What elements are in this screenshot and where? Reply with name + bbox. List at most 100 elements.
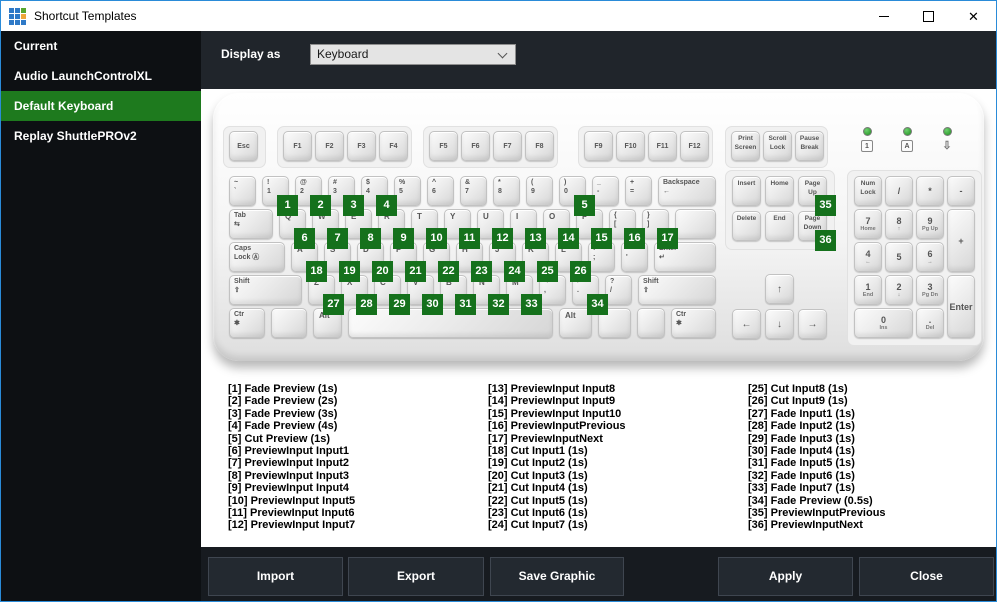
key-label: ,	[544, 286, 546, 294]
key-i[interactable]: I 13	[510, 209, 546, 249]
numpad-key-blank[interactable]: -	[947, 176, 975, 206]
key-5[interactable]: % 5	[394, 176, 421, 206]
key-lock[interactable]: Scroll Lock	[763, 131, 792, 161]
key-label: Home	[770, 180, 789, 187]
key-blank[interactable]: Tab ⇆	[229, 209, 273, 239]
key-4[interactable]: $4 4	[361, 176, 397, 216]
key-arrow-left[interactable]: ←	[732, 309, 761, 339]
key-blank[interactable]: Ctr ✱	[671, 308, 716, 338]
shortcut-list-item: [22] Cut Input5 (1s)	[488, 494, 588, 507]
key-delete[interactable]: Delete	[732, 211, 761, 241]
key-blank[interactable]: ~ `	[229, 176, 256, 206]
key-f3[interactable]: F3	[347, 131, 376, 161]
footer-button-import[interactable]: Import	[208, 557, 343, 596]
footer-button-close[interactable]: Close	[859, 557, 994, 596]
key-9[interactable]: (9	[526, 176, 553, 206]
numpad-key-1[interactable]: 1 End	[854, 275, 882, 305]
minimize-button[interactable]	[861, 1, 906, 31]
key-f12[interactable]: F12	[680, 131, 709, 161]
key-blank[interactable]: Backspace ←	[658, 176, 716, 206]
key-arrow-up[interactable]: ↑	[765, 274, 794, 304]
key-up[interactable]: Page Up 35	[798, 176, 836, 216]
key-sublabel: Pg Dn	[922, 291, 938, 298]
key-blank[interactable]: ? /	[605, 275, 632, 305]
key-blank[interactable]: + =	[625, 176, 652, 206]
key-break[interactable]: Pause Break	[795, 131, 824, 161]
key-label: Tab	[234, 212, 246, 219]
sidebar-item-current[interactable]: Current	[1, 31, 201, 61]
key-1[interactable]: ! 1 1	[262, 176, 298, 216]
key-label: =	[630, 187, 635, 195]
footer-button-save-graphic[interactable]: Save Graphic	[490, 557, 624, 596]
key-arrow-down[interactable]: ↓	[765, 309, 794, 339]
key-blank[interactable]: Ctr ✱	[229, 308, 265, 338]
key-f11[interactable]: F11	[648, 131, 677, 161]
key-t[interactable]: T 10	[411, 209, 447, 249]
shortcut-badge-1: 1	[277, 195, 298, 216]
key-6[interactable]: ^ 6	[427, 176, 454, 206]
key-f9[interactable]: F9	[584, 131, 613, 161]
numpad-key-enter[interactable]: Enter	[947, 275, 975, 338]
numpad-key-8[interactable]: 8 ↑	[885, 209, 913, 239]
sidebar-item-replay-shuttleprov2[interactable]: Replay ShuttlePROv2	[1, 121, 201, 151]
key-f2[interactable]: F2	[315, 131, 344, 161]
shortcut-list-item: [3] Fade Preview (3s)	[228, 407, 338, 420]
numpad-key-9[interactable]: 9 Pg Up	[916, 209, 944, 239]
numpad-key-blank[interactable]: /	[885, 176, 913, 206]
key-blank[interactable]	[637, 308, 665, 338]
key-screen[interactable]: Print Screen	[731, 131, 760, 161]
key-2[interactable]: @2 2	[295, 176, 331, 216]
key-blank[interactable]: }] 17	[642, 209, 678, 249]
key-f10[interactable]: F10	[616, 131, 645, 161]
numpad-key-4[interactable]: 4 ←	[854, 242, 882, 272]
key-f1[interactable]: F1	[283, 131, 312, 161]
key-f5[interactable]: F5	[429, 131, 458, 161]
key-8[interactable]: * 8	[493, 176, 520, 206]
numpad-key-2[interactable]: 2 ↓	[885, 275, 913, 305]
display-as-value: Keyboard	[317, 47, 369, 61]
numpad-key-6[interactable]: 6 →	[916, 242, 944, 272]
fn-group-1: F1 F2 F3 F4	[283, 131, 408, 161]
key-3[interactable]: #3 3	[328, 176, 364, 216]
key-end[interactable]: End	[765, 211, 794, 241]
key-blank[interactable]: {[16	[609, 209, 645, 249]
key-f6[interactable]: F6	[461, 131, 490, 161]
key-lock[interactable]: Caps Lock Ⓐ	[229, 242, 285, 272]
key-insert[interactable]: Insert	[732, 176, 761, 206]
key-0[interactable]: ) 0 5	[559, 176, 595, 216]
key-esc[interactable]: Esc	[229, 131, 258, 161]
key-blank[interactable]: Shift ⇧	[638, 275, 716, 305]
numpad-key-num[interactable]: Num Lock	[854, 176, 882, 206]
key-arrow-right[interactable]: →	[798, 309, 827, 339]
key-o[interactable]: O 14	[543, 209, 579, 249]
numpad-key-3[interactable]: 3 Pg Dn	[916, 275, 944, 305]
footer-button-apply[interactable]: Apply	[718, 557, 853, 596]
numpad-key-5[interactable]: 5	[885, 242, 913, 272]
numpad-key-blank[interactable]: +	[947, 209, 975, 272]
numpad-key-0[interactable]: 0 Ins	[854, 308, 913, 338]
maximize-button[interactable]	[906, 1, 951, 31]
key-f8[interactable]: F8	[525, 131, 554, 161]
caps-lock-led	[903, 127, 912, 136]
numpad-key-blank[interactable]: *	[916, 176, 944, 206]
key-blank[interactable]: _ -	[592, 176, 619, 206]
sidebar-item-default-keyboard[interactable]: Default Keyboard	[1, 91, 201, 121]
key-blank[interactable]: Shift ⇧	[229, 275, 302, 305]
key-home[interactable]: Home	[765, 176, 794, 206]
numpad-key-blank[interactable]: . Del	[916, 308, 944, 338]
footer-button-export[interactable]: Export	[348, 557, 484, 596]
key-f4[interactable]: F4	[379, 131, 408, 161]
key-blank[interactable]	[271, 308, 307, 338]
key-f7[interactable]: F7	[493, 131, 522, 161]
shortcut-list-item: [28] Fade Input2 (1s)	[748, 420, 855, 433]
numpad-key-7[interactable]: 7 Home	[854, 209, 882, 239]
key-label: F9	[594, 142, 603, 150]
key-blank[interactable]	[675, 209, 716, 239]
display-as-select[interactable]: Keyboard	[310, 44, 516, 65]
key-y[interactable]: Y 11	[444, 209, 480, 249]
key-u[interactable]: U 12	[477, 209, 513, 249]
key-label: Num	[860, 180, 876, 187]
key-7[interactable]: & 7	[460, 176, 487, 206]
sidebar-item-audio-launchcontrolxl[interactable]: Audio LaunchControlXL	[1, 61, 201, 91]
close-button[interactable]: ✕	[951, 1, 996, 31]
